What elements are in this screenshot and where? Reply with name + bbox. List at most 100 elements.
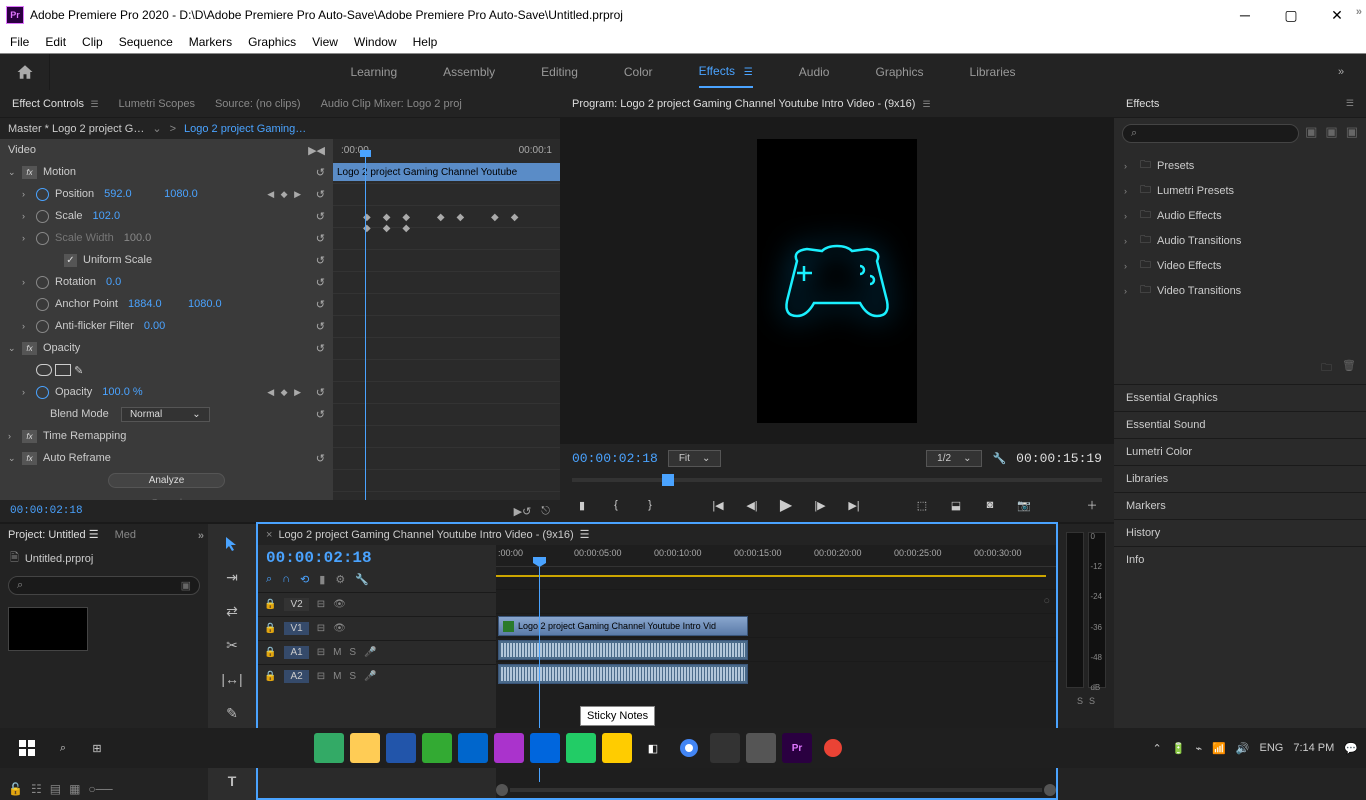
analyze-button[interactable]: Analyze — [108, 473, 226, 488]
fx-icon[interactable]: fx — [22, 166, 37, 179]
menu-file[interactable]: File — [10, 35, 29, 49]
timeline-timecode[interactable]: 00:00:02:18 — [266, 549, 372, 567]
blend-mode-dropdown[interactable]: Normal⌄ — [121, 407, 210, 422]
program-timecode-in[interactable]: 00:00:02:18 — [572, 451, 658, 466]
add-marker-button[interactable]: ▮ — [572, 495, 592, 515]
taskbar-app[interactable]: ◧ — [638, 733, 668, 763]
maximize-button[interactable]: ▢ — [1268, 1, 1314, 29]
button-editor[interactable]: ＋ — [1082, 495, 1102, 515]
anchor-y[interactable]: 1080.0 — [188, 298, 238, 310]
close-sequence-icon[interactable]: × — [266, 529, 272, 541]
tray-language[interactable]: ENG — [1259, 742, 1283, 754]
taskbar-app[interactable] — [494, 733, 524, 763]
antiflicker-value[interactable]: 0.00 — [144, 320, 194, 332]
workspace-menu-icon[interactable]: ☰ — [741, 67, 753, 78]
track-a1[interactable]: 🔒A1⊟MS🎤 — [258, 640, 496, 664]
eye-icon[interactable]: 👁 — [333, 623, 346, 634]
razor-tool[interactable]: ✂ — [221, 634, 243, 656]
workspace-editing[interactable]: Editing — [541, 57, 578, 87]
program-scrubber[interactable] — [572, 472, 1102, 488]
tab-effects[interactable]: Effects — [1126, 98, 1159, 110]
workspace-overflow[interactable]: » — [1316, 66, 1366, 78]
menu-edit[interactable]: Edit — [45, 35, 66, 49]
marker-icon[interactable]: ▮ — [319, 573, 325, 586]
work-area-bar[interactable] — [496, 575, 1046, 577]
fx-badge-icon[interactable]: ▣ — [1325, 124, 1337, 143]
fx-icon[interactable]: fx — [22, 452, 37, 465]
position-y[interactable]: 1080.0 — [164, 188, 214, 200]
reset-icon[interactable]: ↺ — [316, 386, 325, 399]
start-button[interactable] — [8, 740, 46, 756]
taskbar-app[interactable] — [422, 733, 452, 763]
stopwatch-icon[interactable] — [36, 320, 49, 333]
reset-icon[interactable]: ↺ — [316, 210, 325, 223]
reset-icon[interactable]: ↺ — [316, 232, 325, 245]
taskbar-app[interactable] — [710, 733, 740, 763]
folder-lumetri-presets[interactable]: ›🗀Lumetri Presets — [1114, 178, 1366, 203]
taskbar-app[interactable] — [746, 733, 776, 763]
video-clip[interactable]: Logo 2 project Gaming Channel Youtube In… — [498, 616, 748, 636]
play-button[interactable]: ▶ — [776, 495, 796, 515]
scale-value[interactable]: 102.0 — [93, 210, 143, 222]
sync-lock-icon[interactable]: ⊟ — [317, 599, 325, 610]
pen-mask-button[interactable]: ✎ — [74, 364, 83, 377]
taskbar-app-whatsapp[interactable] — [566, 733, 596, 763]
panel-overflow[interactable]: » — [198, 530, 204, 542]
panel-overflow[interactable]: » — [1356, 6, 1362, 18]
stopwatch-icon[interactable] — [36, 188, 49, 201]
menu-view[interactable]: View — [312, 35, 338, 49]
stopwatch-icon[interactable] — [36, 298, 49, 311]
reset-icon[interactable]: ↺ — [316, 254, 325, 267]
export-frame-button[interactable]: ◙ — [980, 495, 1000, 515]
timeline-zoom-scroll[interactable] — [496, 784, 1056, 796]
workspace-color[interactable]: Color — [624, 57, 653, 87]
stopwatch-icon[interactable] — [36, 276, 49, 289]
wrench-icon[interactable]: 🔧 — [355, 573, 369, 586]
mark-in-button[interactable]: { — [606, 495, 626, 515]
opacity-value[interactable]: 100.0 % — [102, 386, 152, 398]
folder-audio-effects[interactable]: ›🗀Audio Effects — [1114, 203, 1366, 228]
menu-markers[interactable]: Markers — [189, 35, 232, 49]
keyframe-diamonds[interactable]: ◆◆◆ ◆◆ ◆◆ ◆◆◆ — [363, 212, 560, 234]
section-essential-graphics[interactable]: Essential Graphics — [1114, 384, 1366, 411]
lock-icon[interactable]: 🔒 — [264, 647, 276, 658]
reset-icon[interactable]: ↺ — [316, 188, 325, 201]
tray-bluetooth-icon[interactable]: ⌁ — [1195, 742, 1202, 755]
lift-button[interactable]: ⬚ — [912, 495, 932, 515]
folder-audio-transitions[interactable]: ›🗀Audio Transitions — [1114, 228, 1366, 253]
tray-time[interactable]: 7:14 PM — [1293, 742, 1334, 754]
project-search-input[interactable]: ⌕▣ — [8, 576, 200, 595]
tray-chevron-icon[interactable]: ⌃ — [1153, 742, 1162, 755]
ec-mini-timeline[interactable]: :00:0000:00:1 Logo 2 project Gaming Chan… — [333, 139, 560, 500]
settings-icon[interactable]: ⚙ — [335, 573, 345, 586]
menu-graphics[interactable]: Graphics — [248, 35, 296, 49]
folder-video-effects[interactable]: ›🗀Video Effects — [1114, 253, 1366, 278]
linked-selection-icon[interactable]: ⟲ — [300, 573, 309, 586]
track-a2[interactable]: 🔒A2⊟MS🎤 — [258, 664, 496, 688]
track-v2[interactable]: 🔒V2⊟👁 — [258, 592, 496, 616]
workspace-audio[interactable]: Audio — [799, 57, 830, 87]
panel-menu-icon[interactable]: ☰ — [1346, 98, 1354, 109]
rect-mask-button[interactable] — [55, 364, 71, 376]
step-forward-button[interactable]: |▶ — [810, 495, 830, 515]
ec-motion[interactable]: ⌄fxMotion↺ — [0, 161, 333, 183]
rotation-value[interactable]: 0.0 — [106, 276, 156, 288]
fx-badge-icon[interactable]: ▣ — [1305, 124, 1317, 143]
lock-icon[interactable]: 🔒 — [264, 623, 276, 634]
anchor-x[interactable]: 1884.0 — [128, 298, 178, 310]
sync-lock-icon[interactable]: ⊟ — [317, 671, 325, 682]
go-to-out-button[interactable]: ▶| — [844, 495, 864, 515]
bin-search-icon[interactable]: ▣ — [181, 579, 191, 592]
ripple-edit-tool[interactable]: ⇄ — [221, 600, 243, 622]
taskbar-app-stickynotes[interactable] — [602, 733, 632, 763]
project-thumbnail[interactable] — [8, 607, 88, 651]
loop-icon[interactable]: ▶↺ — [514, 505, 532, 518]
reset-icon[interactable]: ↺ — [316, 342, 325, 355]
menu-help[interactable]: Help — [413, 35, 438, 49]
swap-icon[interactable]: ▶◀ — [308, 144, 325, 157]
task-view-icon[interactable]: ⊞ — [80, 742, 114, 755]
effects-search-input[interactable]: ⌕ — [1122, 124, 1299, 143]
section-lumetri-color[interactable]: Lumetri Color — [1114, 438, 1366, 465]
tray-battery-icon[interactable]: 🔋 — [1172, 742, 1186, 755]
section-essential-sound[interactable]: Essential Sound — [1114, 411, 1366, 438]
